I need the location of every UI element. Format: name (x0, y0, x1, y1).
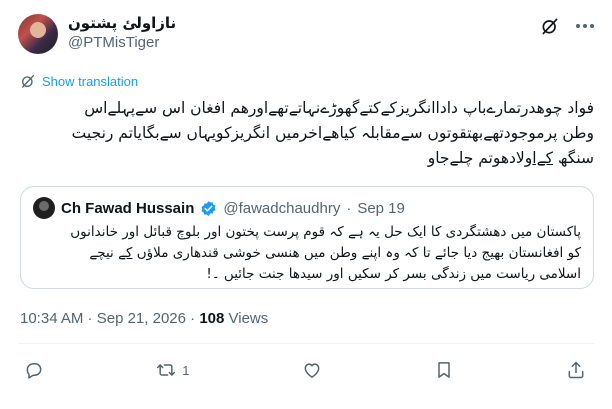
quoted-author-avatar (33, 197, 55, 219)
quoted-text-underlined: کے (118, 245, 133, 261)
share-icon (568, 361, 584, 379)
grok-icon[interactable] (540, 16, 560, 36)
divider (18, 343, 594, 344)
views-label: Views (224, 310, 269, 327)
retweet-icon (157, 364, 176, 376)
share-button[interactable] (566, 360, 586, 380)
quoted-tweet[interactable]: Ch Fawad Hussain @fawadchaudhry · Sep 19… (20, 186, 594, 289)
meta-separator: · (83, 310, 97, 327)
quoted-author-handle: @fawadchaudhry (223, 199, 341, 217)
quoted-separator: · (346, 199, 352, 217)
author-display-name[interactable]: نازاولئ پشتون (68, 14, 176, 33)
quoted-line: اسلامی ریاست میں زندگی بسر کر سکیں اور س… (206, 266, 581, 282)
tweet-time[interactable]: 10:34 AM (20, 310, 83, 327)
tweet-text-underlined: کےا (532, 149, 554, 167)
tweet-header: نازاولئ پشتون @PTMisTiger (18, 10, 596, 56)
author-avatar[interactable] (18, 14, 58, 54)
tweet-line: وطن پرموجودتھےبھتقوتوں سےمقابلہ کیاھےاخر… (71, 124, 594, 142)
quoted-line: کو افغانستان بھیج دیا جائے تا کہ وہ اپنے… (33, 243, 581, 264)
quoted-tweet-text: پاکستان میں دھشتگردی کا ایک حل یہ ہے کہ … (33, 222, 581, 285)
more-dot (590, 24, 594, 28)
author-handle[interactable]: @PTMisTiger (68, 33, 176, 52)
show-translation-link[interactable]: Show translation (20, 73, 138, 89)
quoted-text-segment: نیچے (89, 245, 119, 261)
views-count: 108 (199, 310, 225, 327)
like-icon (304, 363, 320, 378)
more-icon[interactable] (574, 24, 596, 30)
quoted-author-name: Ch Fawad Hussain (61, 199, 195, 217)
tweet-text: فواد چوھدرتمارےباپ داداانگریزکےکتےگھوڑےن… (18, 96, 594, 171)
author-names: نازاولئ پشتون @PTMisTiger (68, 14, 176, 52)
quoted-line: پاکستان میں دھشتگردی کا ایک حل یہ ہے کہ … (70, 224, 581, 240)
retweet-button[interactable]: 1 (156, 360, 189, 380)
meta-separator: · (185, 310, 200, 327)
show-translation-label[interactable]: Show translation (42, 74, 138, 89)
bookmark-button[interactable] (434, 360, 454, 380)
quoted-date: Sep 19 (357, 199, 405, 217)
action-bar: 1 (24, 358, 586, 382)
like-button[interactable] (302, 360, 322, 380)
more-dot (576, 24, 580, 28)
reply-button[interactable] (24, 360, 44, 380)
tweet-text-segment: سنگھ (553, 149, 594, 167)
tweet-date[interactable]: Sep 21, 2026 (97, 310, 186, 327)
quoted-text-segment: کو افغانستان بھیج دیا جائے تا کہ وہ اپنے… (132, 245, 581, 261)
bookmark-icon (438, 362, 450, 378)
retweet-count: 1 (182, 362, 190, 378)
reply-icon (26, 363, 42, 379)
tweet-line: سنگھ کےاولادھوتم چلےجاو (18, 146, 594, 171)
translate-icon (22, 75, 34, 88)
more-dot (583, 24, 587, 28)
tweet-meta: 10:34 AM · Sep 21, 2026 · 108 Views (20, 310, 268, 327)
quoted-tweet-header: Ch Fawad Hussain @fawadchaudhry · Sep 19 (33, 197, 405, 219)
verified-icon (201, 200, 216, 216)
tweet-line: فواد چوھدرتمارےباپ داداانگریزکےکتےگھوڑےن… (84, 99, 594, 117)
tweet-text-segment: ولادھوتم چلےجاو (427, 149, 533, 167)
